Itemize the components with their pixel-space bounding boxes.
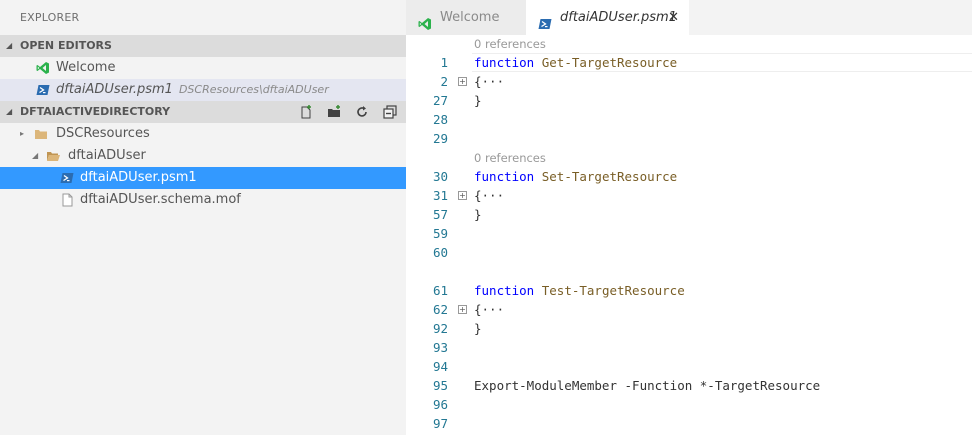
code-line: 1 function Get-TargetResource [406,53,972,72]
code-line: 30 function Set-TargetResource [406,167,972,186]
line-number: 60 [432,245,448,260]
code-text: {··· [474,302,505,317]
refresh-icon[interactable] [354,104,370,120]
code-line: 95 Export-ModuleMember -Function *-Targe… [406,376,972,395]
line-number: 96 [432,397,448,412]
tree-item-file-selected[interactable]: dftaiADUser.psm1 [0,167,406,189]
powershell-icon [36,83,50,97]
line-number: 62 [432,302,448,317]
line-number: 94 [432,359,448,374]
code-line: 62 + {··· [406,300,972,319]
code-line: 28 [406,110,972,129]
function-name: Get-TargetResource [534,55,678,70]
chevron-down-icon: ◢ [6,107,13,116]
tree-item-label: dftaiADUser.schema.mof [80,192,241,207]
code-text: Export-ModuleMember -Function *-TargetRe… [474,378,821,393]
codelens-references[interactable]: 0 references [474,150,546,167]
function-name: Set-TargetResource [534,169,678,184]
code-line: 61 function Test-TargetResource [406,281,972,300]
explorer-sidebar: EXPLORER ◢ OPEN EDITORS Welcome dftaiADU… [0,0,406,435]
open-editor-label: Welcome [56,60,116,75]
close-icon[interactable]: ✕ [668,0,679,35]
tree-item-file[interactable]: dftaiADUser.schema.mof [0,189,406,211]
line-number: 28 [432,112,448,127]
fold-expand-icon[interactable]: + [458,305,467,314]
tab-psm1[interactable]: dftaiADUser.psm1 ✕ [526,0,689,35]
chevron-right-icon: ▸ [20,129,25,138]
tree-item-label: DSCResources [56,126,150,141]
vscode-icon [418,10,432,30]
codelens-references[interactable]: 0 references [474,36,546,53]
line-number: 29 [432,131,448,146]
tab-label: Welcome [440,10,500,25]
code-line: 27 } [406,91,972,110]
new-file-icon[interactable] [298,104,314,120]
project-label: DFTAIACTIVEDIRECTORY [20,105,171,118]
code-text: {··· [474,188,505,203]
tree-item-folder[interactable]: ◢ dftaiADUser [0,145,406,167]
line-number: 1 [440,55,448,70]
line-number: 30 [432,169,448,184]
line-number: 97 [432,416,448,431]
code-text: {··· [474,74,505,89]
new-folder-icon[interactable] [326,104,342,120]
fold-expand-icon[interactable]: + [458,77,467,86]
open-editor-path: DSCResources\dftaiADUser [178,83,329,96]
code-line: 57 } [406,205,972,224]
code-line: 93 [406,338,972,357]
code-line: 92 } [406,319,972,338]
file-icon [60,193,74,207]
open-editor-label: dftaiADUser.psm1 [56,82,173,97]
vscode-icon [36,61,50,75]
code-line: 94 [406,357,972,376]
open-editor-psm1[interactable]: dftaiADUser.psm1 DSCResources\dftaiADUser [0,79,406,101]
editor-area: Welcome dftaiADUser.psm1 ✕ 0 references … [406,0,972,435]
keyword: function [474,169,535,184]
open-editor-welcome[interactable]: Welcome [0,57,406,79]
code-line: 29 [406,129,972,148]
code-line: 2 + {··· [406,72,972,91]
code-line: 60 [406,243,972,262]
tree-item-folder[interactable]: ▸ DSCResources [0,123,406,145]
chevron-down-icon: ◢ [6,41,13,50]
folder-open-icon [46,149,60,163]
line-number: 92 [432,321,448,336]
code-line: 96 [406,395,972,414]
tree-item-label: dftaiADUser.psm1 [80,170,197,185]
tab-label: dftaiADUser.psm1 [560,10,677,25]
line-number: 27 [432,93,448,108]
tab-bar: Welcome dftaiADUser.psm1 ✕ [406,0,972,35]
code-text: } [474,207,482,222]
collapse-all-icon[interactable] [382,104,398,120]
powershell-icon [60,171,74,185]
tab-welcome[interactable]: Welcome [406,0,526,35]
chevron-down-icon: ◢ [32,151,39,160]
open-editors-header[interactable]: ◢ OPEN EDITORS [0,35,406,57]
line-number: 95 [432,378,448,393]
keyword: function [474,55,535,70]
open-editors-label: OPEN EDITORS [20,39,112,52]
line-number: 93 [432,340,448,355]
fold-expand-icon[interactable]: + [458,191,467,200]
line-number: 2 [440,74,448,89]
powershell-icon [538,10,552,29]
keyword: function [474,283,535,298]
code-text: } [474,93,482,108]
code-text: } [474,321,482,336]
line-number: 57 [432,207,448,222]
line-number: 61 [432,283,448,298]
code-line: 31 + {··· [406,186,972,205]
line-number: 31 [432,188,448,203]
code-line: 59 [406,224,972,243]
line-number: 59 [432,226,448,241]
folder-icon [34,127,48,141]
code-line: 97 [406,414,972,433]
code-editor[interactable]: 0 references 1 function Get-TargetResour… [406,35,972,435]
function-name: Test-TargetResource [534,283,685,298]
project-header[interactable]: ◢ DFTAIACTIVEDIRECTORY [0,101,406,123]
tree-item-label: dftaiADUser [68,148,146,163]
explorer-title: EXPLORER [20,11,80,24]
